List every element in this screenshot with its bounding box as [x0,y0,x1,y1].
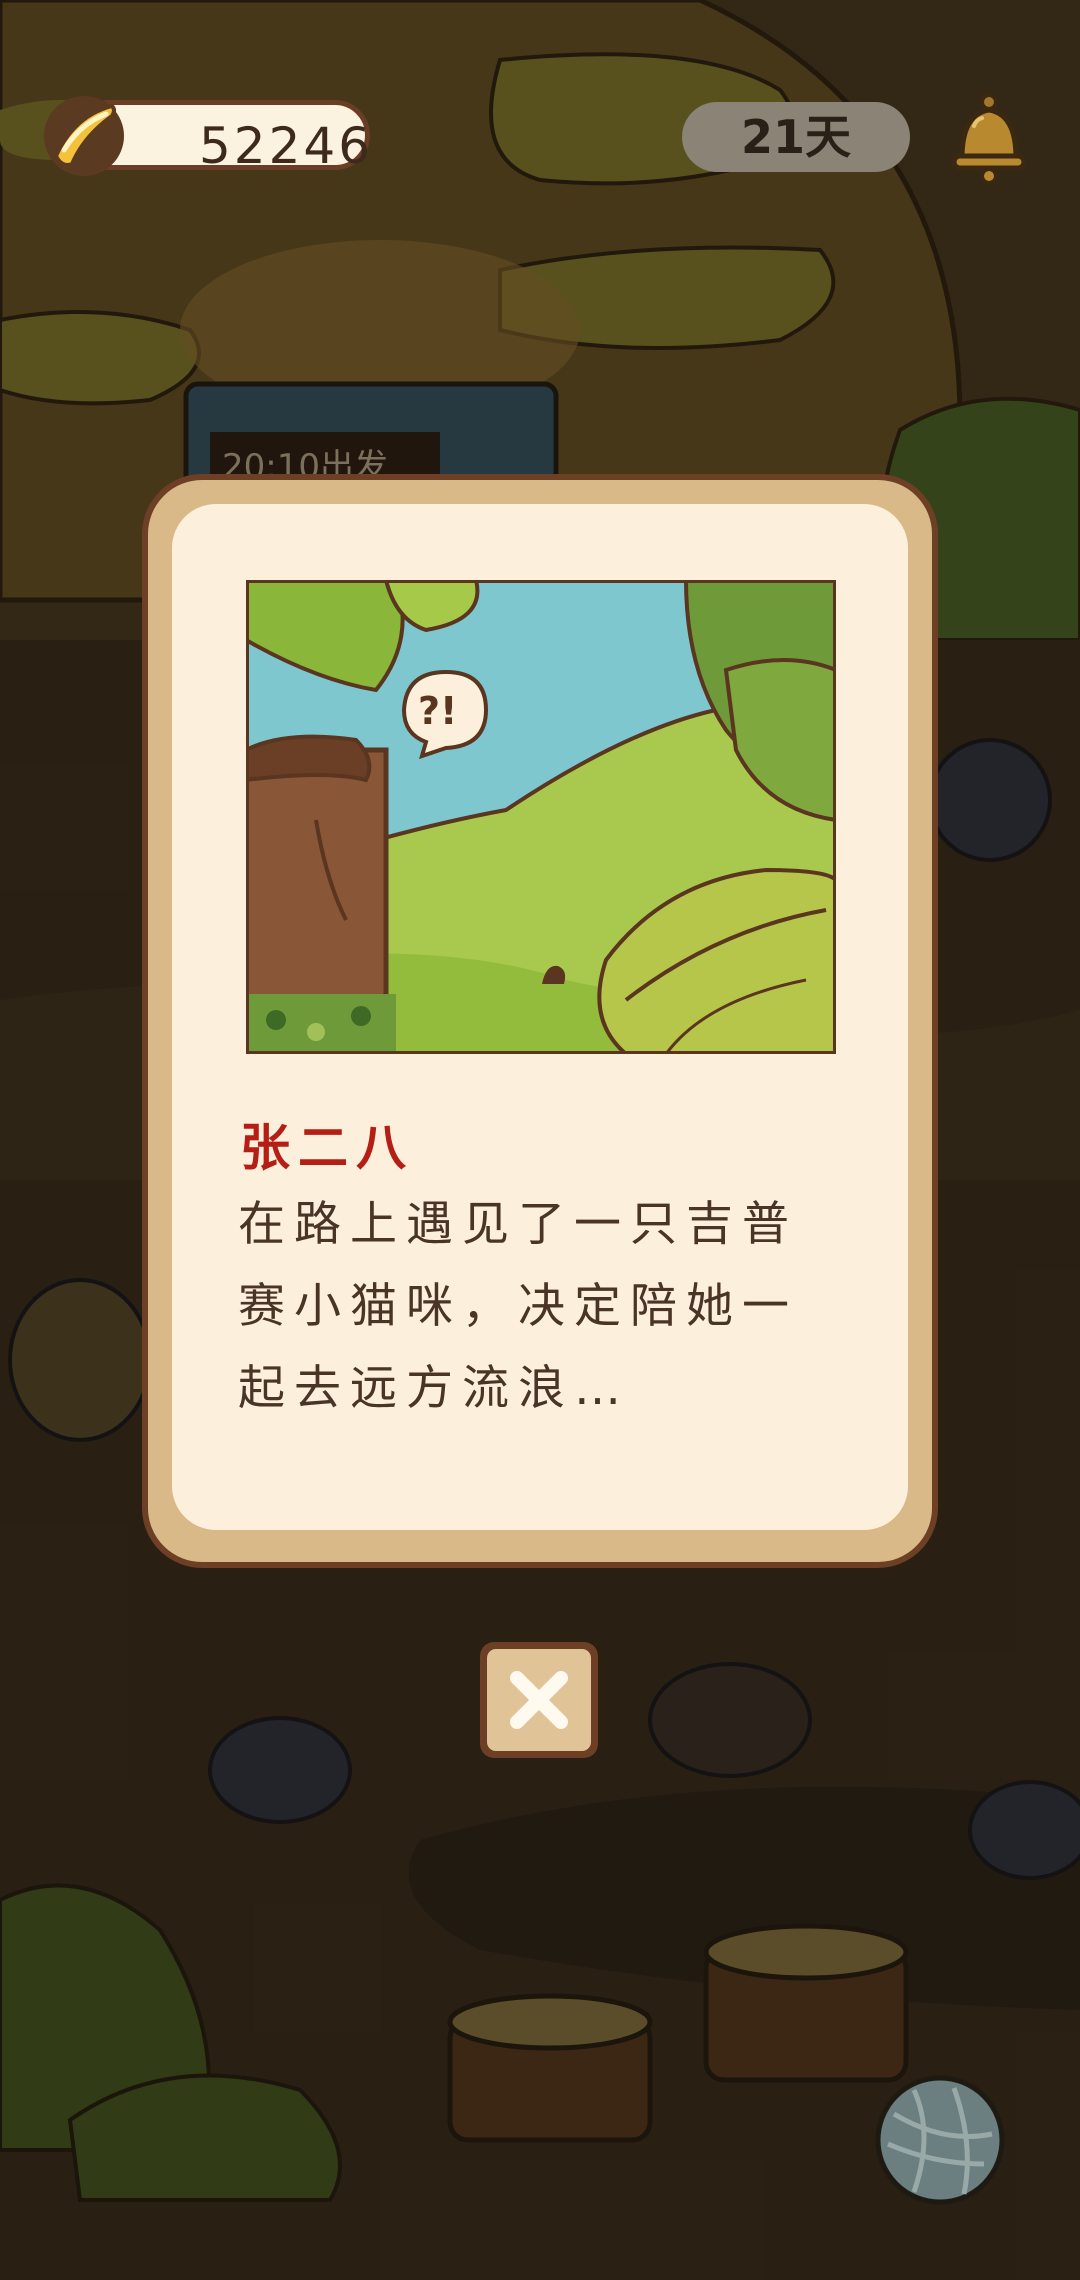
days-counter: 21天 [682,102,910,172]
story-line: 在路上遇见了一只吉普 [238,1197,798,1252]
story-line: 起去远方流浪… [238,1361,630,1416]
character-name: 张二八 [240,1119,414,1177]
close-button-face[interactable] [487,1649,591,1751]
banana-count: 52246 [199,117,374,175]
speech-bubble-text: ?! [418,689,457,733]
story-line: 赛小猫咪，决定陪她一 [238,1279,798,1334]
story-illustration: ?! [246,580,836,1054]
banana-counter: 52246 [34,94,376,178]
close-button[interactable] [480,1642,598,1758]
days-label: 21天 [740,110,851,164]
banana-icon [44,96,124,176]
story-text: 在路上遇见了一只吉普 赛小猫咪，决定陪她一 起去远方流浪… [238,1184,848,1430]
bell-icon[interactable] [944,86,1034,186]
close-icon [510,1671,568,1729]
yarn-ball-icon[interactable] [874,2074,1006,2206]
